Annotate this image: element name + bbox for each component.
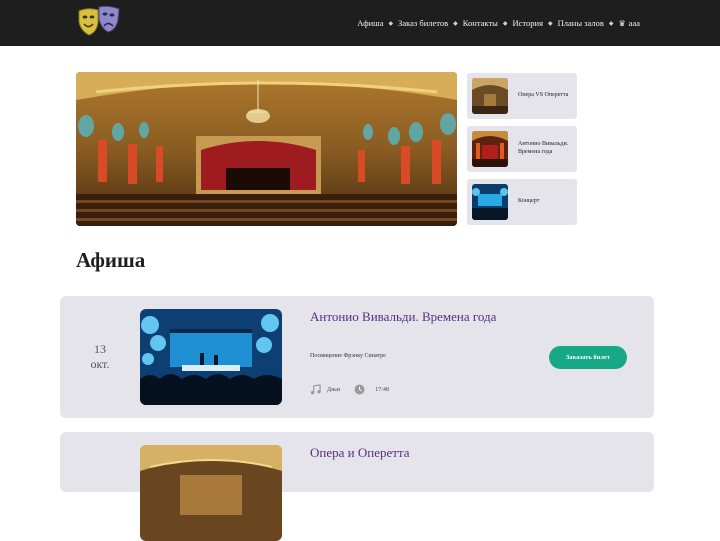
- thumb-label: Опера VS Оперетта: [518, 92, 569, 99]
- nav-separator: ◆: [502, 20, 508, 27]
- nav-order-tickets[interactable]: Заказ билетов: [398, 18, 448, 28]
- nav-history[interactable]: История: [513, 18, 543, 28]
- nav-separator: ◆: [608, 20, 614, 27]
- thumb-image: [472, 78, 508, 114]
- nav-separator: ◆: [548, 20, 553, 27]
- section-title: Афиша: [76, 248, 146, 272]
- order-ticket-button[interactable]: Заказать билет: [549, 346, 627, 369]
- carousel-thumb[interactable]: Опера VS Оперетта: [467, 73, 577, 119]
- thumb-image: [472, 184, 508, 220]
- nav-contacts[interactable]: Контакты: [463, 18, 498, 28]
- event-meta: Джаз 17:48: [310, 384, 389, 395]
- thumb-label: Концерт: [518, 198, 540, 205]
- hero-image[interactable]: [76, 72, 457, 226]
- carousel-thumbnails: Опера VS Оперетта Антонио Вивальди. Врем…: [467, 73, 577, 232]
- nav-hall-plans[interactable]: Планы залов: [558, 18, 604, 28]
- event-card: Опера и Оперетта: [60, 432, 654, 541]
- carousel-thumb[interactable]: Концерт: [467, 179, 577, 225]
- event-date: 13 окт.: [60, 342, 140, 372]
- top-bar: Афиша ◆ Заказ билетов ◆ Контакты ◆ Истор…: [0, 0, 720, 46]
- music-note-icon: [310, 384, 321, 395]
- event-genre: Джаз: [327, 386, 341, 393]
- nav-separator: ◆: [453, 20, 458, 27]
- event-title[interactable]: Опера и Оперетта: [310, 445, 500, 461]
- event-image[interactable]: [140, 445, 282, 541]
- theatre-masks-icon[interactable]: [76, 4, 122, 42]
- main-nav: Афиша ◆ Заказ билетов ◆ Контакты ◆ Истор…: [357, 0, 640, 46]
- carousel-thumb[interactable]: Антонио Вивальди. Времена года: [467, 126, 577, 172]
- event-description: Посвящение Фрэнку Синатре: [310, 353, 386, 359]
- event-time: 17:48: [375, 386, 389, 393]
- user-name[interactable]: ааа: [629, 18, 640, 28]
- event-day: 13: [94, 342, 106, 356]
- thumb-image: [472, 131, 508, 167]
- nav-separator: ◆: [388, 20, 394, 27]
- event-title[interactable]: Антонио Вивальди. Времена года: [310, 309, 500, 325]
- clock-icon: [354, 384, 365, 395]
- nav-afisha[interactable]: Афиша: [357, 18, 383, 28]
- event-card: 13 окт. Антонио Вивальди. Времена года П…: [60, 296, 654, 418]
- thumb-label: Антонио Вивальди. Времена года: [518, 141, 569, 155]
- crown-icon[interactable]: ♛: [619, 19, 626, 28]
- event-image[interactable]: [140, 309, 282, 405]
- event-month: окт.: [90, 357, 110, 371]
